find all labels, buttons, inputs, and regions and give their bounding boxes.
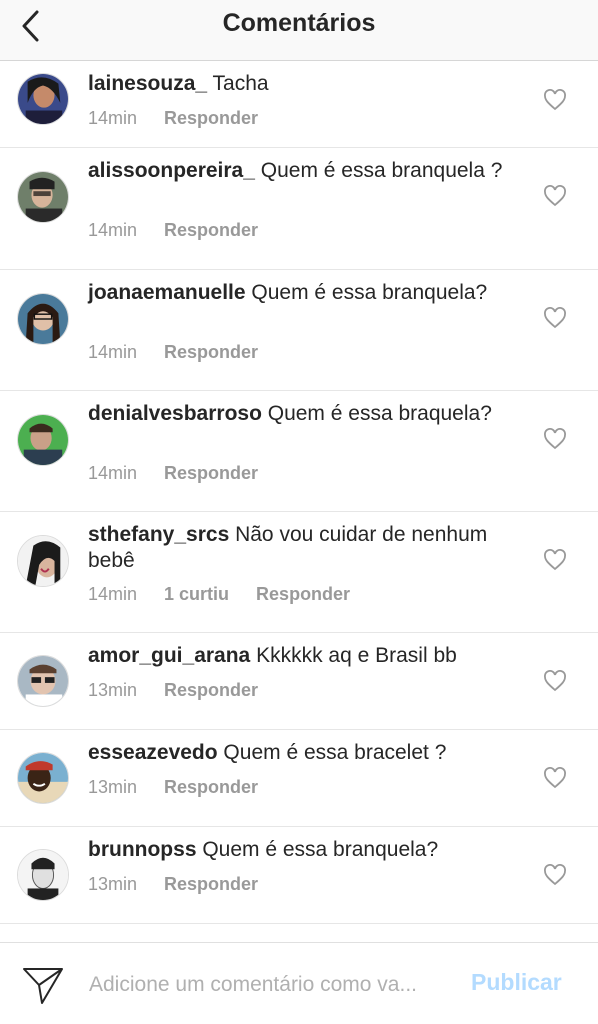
send-button[interactable] [22,965,64,1005]
comment-meta: 14min Responder [88,220,258,241]
timestamp: 14min [88,584,138,604]
comment-row: lainesouza_ Tacha 14min Responder [0,61,598,148]
comment-text: denialvesbarroso Quem é essa braquela? [88,401,518,427]
username-link[interactable]: sthefany_srcs [88,523,229,546]
reply-button[interactable]: Responder [164,680,258,701]
comment-text: sthefany_srcs Não vou cuidar de nenhum b… [88,522,518,574]
like-button[interactable] [543,864,567,886]
page-title: Comentários [222,9,376,37]
comment-meta: 13min Responder [88,874,258,895]
heart-outline-icon [544,864,566,886]
comment-text: brunnopss Quem é essa branquela? [88,837,518,863]
reply-button[interactable]: Responder [164,108,258,129]
username-link[interactable]: esseazevedo [88,741,218,764]
timestamp: 14min [88,463,138,483]
heart-outline-icon [544,307,566,329]
comment-meta: 14min Responder [88,463,258,484]
timestamp: 13min [88,777,138,797]
comment-text: lainesouza_ Tacha [88,71,518,97]
comment-input[interactable] [89,970,451,1000]
timestamp: 13min [88,680,138,700]
username-link[interactable]: brunnopss [88,838,197,861]
timestamp: 14min [88,108,138,128]
comment-meta: 13min Responder [88,680,258,701]
comment-meta: 14min 1 curtiu Responder [88,584,350,605]
comment-body: Quem é essa bracelet ? [217,741,447,764]
comment-body: Quem é essa braquela? [261,402,492,425]
comment-text: amor_gui_arana Kkkkkk aq e Brasil bb [88,643,518,669]
comment-row: amor_gui_arana Kkkkkk aq e Brasil bb 13m… [0,633,598,730]
comment-row: alissoonpereira_ Quem é essa branquela ?… [0,148,598,270]
heart-outline-icon [544,185,566,207]
comment-meta: 13min Responder [88,777,258,798]
avatar[interactable] [17,73,69,125]
like-button[interactable] [543,185,567,207]
comment-body: Quem é essa branquela ? [254,159,503,182]
like-button[interactable] [543,307,567,329]
comment-text: alissoonpereira_ Quem é essa branquela ? [88,158,518,184]
like-button[interactable] [543,767,567,789]
username-link[interactable]: joanaemanuelle [88,281,246,304]
comment-row: brunnopss Quem é essa branquela? 13min R… [0,827,598,924]
comment-row: denialvesbarroso Quem é essa braquela? 1… [0,391,598,512]
like-button[interactable] [543,89,567,111]
comment-meta: 14min Responder [88,108,258,129]
reply-button[interactable]: Responder [164,777,258,798]
comment-list: lainesouza_ Tacha 14min Responder alisso… [0,61,598,924]
heart-outline-icon [544,428,566,450]
comment-body: Tacha [207,72,269,95]
avatar[interactable] [17,655,69,707]
comment-body: Quem é essa branquela? [196,838,439,861]
username-link[interactable]: denialvesbarroso [88,402,262,425]
likes-count[interactable]: 1 curtiu [164,584,229,605]
heart-outline-icon [544,549,566,571]
comment-meta: 14min Responder [88,342,258,363]
timestamp: 14min [88,342,138,362]
publish-button[interactable]: Publicar [471,969,562,996]
heart-outline-icon [544,767,566,789]
like-button[interactable] [543,670,567,692]
like-button[interactable] [543,549,567,571]
paper-plane-icon [23,968,63,1004]
comment-body: Kkkkkk aq e Brasil bb [250,644,457,667]
reply-button[interactable]: Responder [164,874,258,895]
avatar[interactable] [17,849,69,901]
avatar[interactable] [17,752,69,804]
reply-button[interactable]: Responder [164,463,258,484]
username-link[interactable]: lainesouza_ [88,72,207,95]
comment-body: Quem é essa branquela? [245,281,488,304]
comment-row: sthefany_srcs Não vou cuidar de nenhum b… [0,512,598,633]
reply-button[interactable]: Responder [164,342,258,363]
avatar[interactable] [17,293,69,345]
comment-row: esseazevedo Quem é essa bracelet ? 13min… [0,730,598,827]
like-button[interactable] [543,428,567,450]
avatar[interactable] [17,535,69,587]
reply-button[interactable]: Responder [256,584,350,605]
username-link[interactable]: amor_gui_arana [88,644,250,667]
timestamp: 13min [88,874,138,894]
timestamp: 14min [88,220,138,240]
reply-button[interactable]: Responder [164,220,258,241]
comment-row: joanaemanuelle Quem é essa branquela? 14… [0,270,598,391]
username-link[interactable]: alissoonpereira_ [88,159,255,182]
heart-outline-icon [544,670,566,692]
comment-text: esseazevedo Quem é essa bracelet ? [88,740,518,766]
avatar[interactable] [17,414,69,466]
heart-outline-icon [544,89,566,111]
comment-text: joanaemanuelle Quem é essa branquela? [88,280,518,306]
header-bar: Comentários [0,0,598,61]
avatar[interactable] [17,171,69,223]
comment-composer: Publicar [0,942,598,1024]
